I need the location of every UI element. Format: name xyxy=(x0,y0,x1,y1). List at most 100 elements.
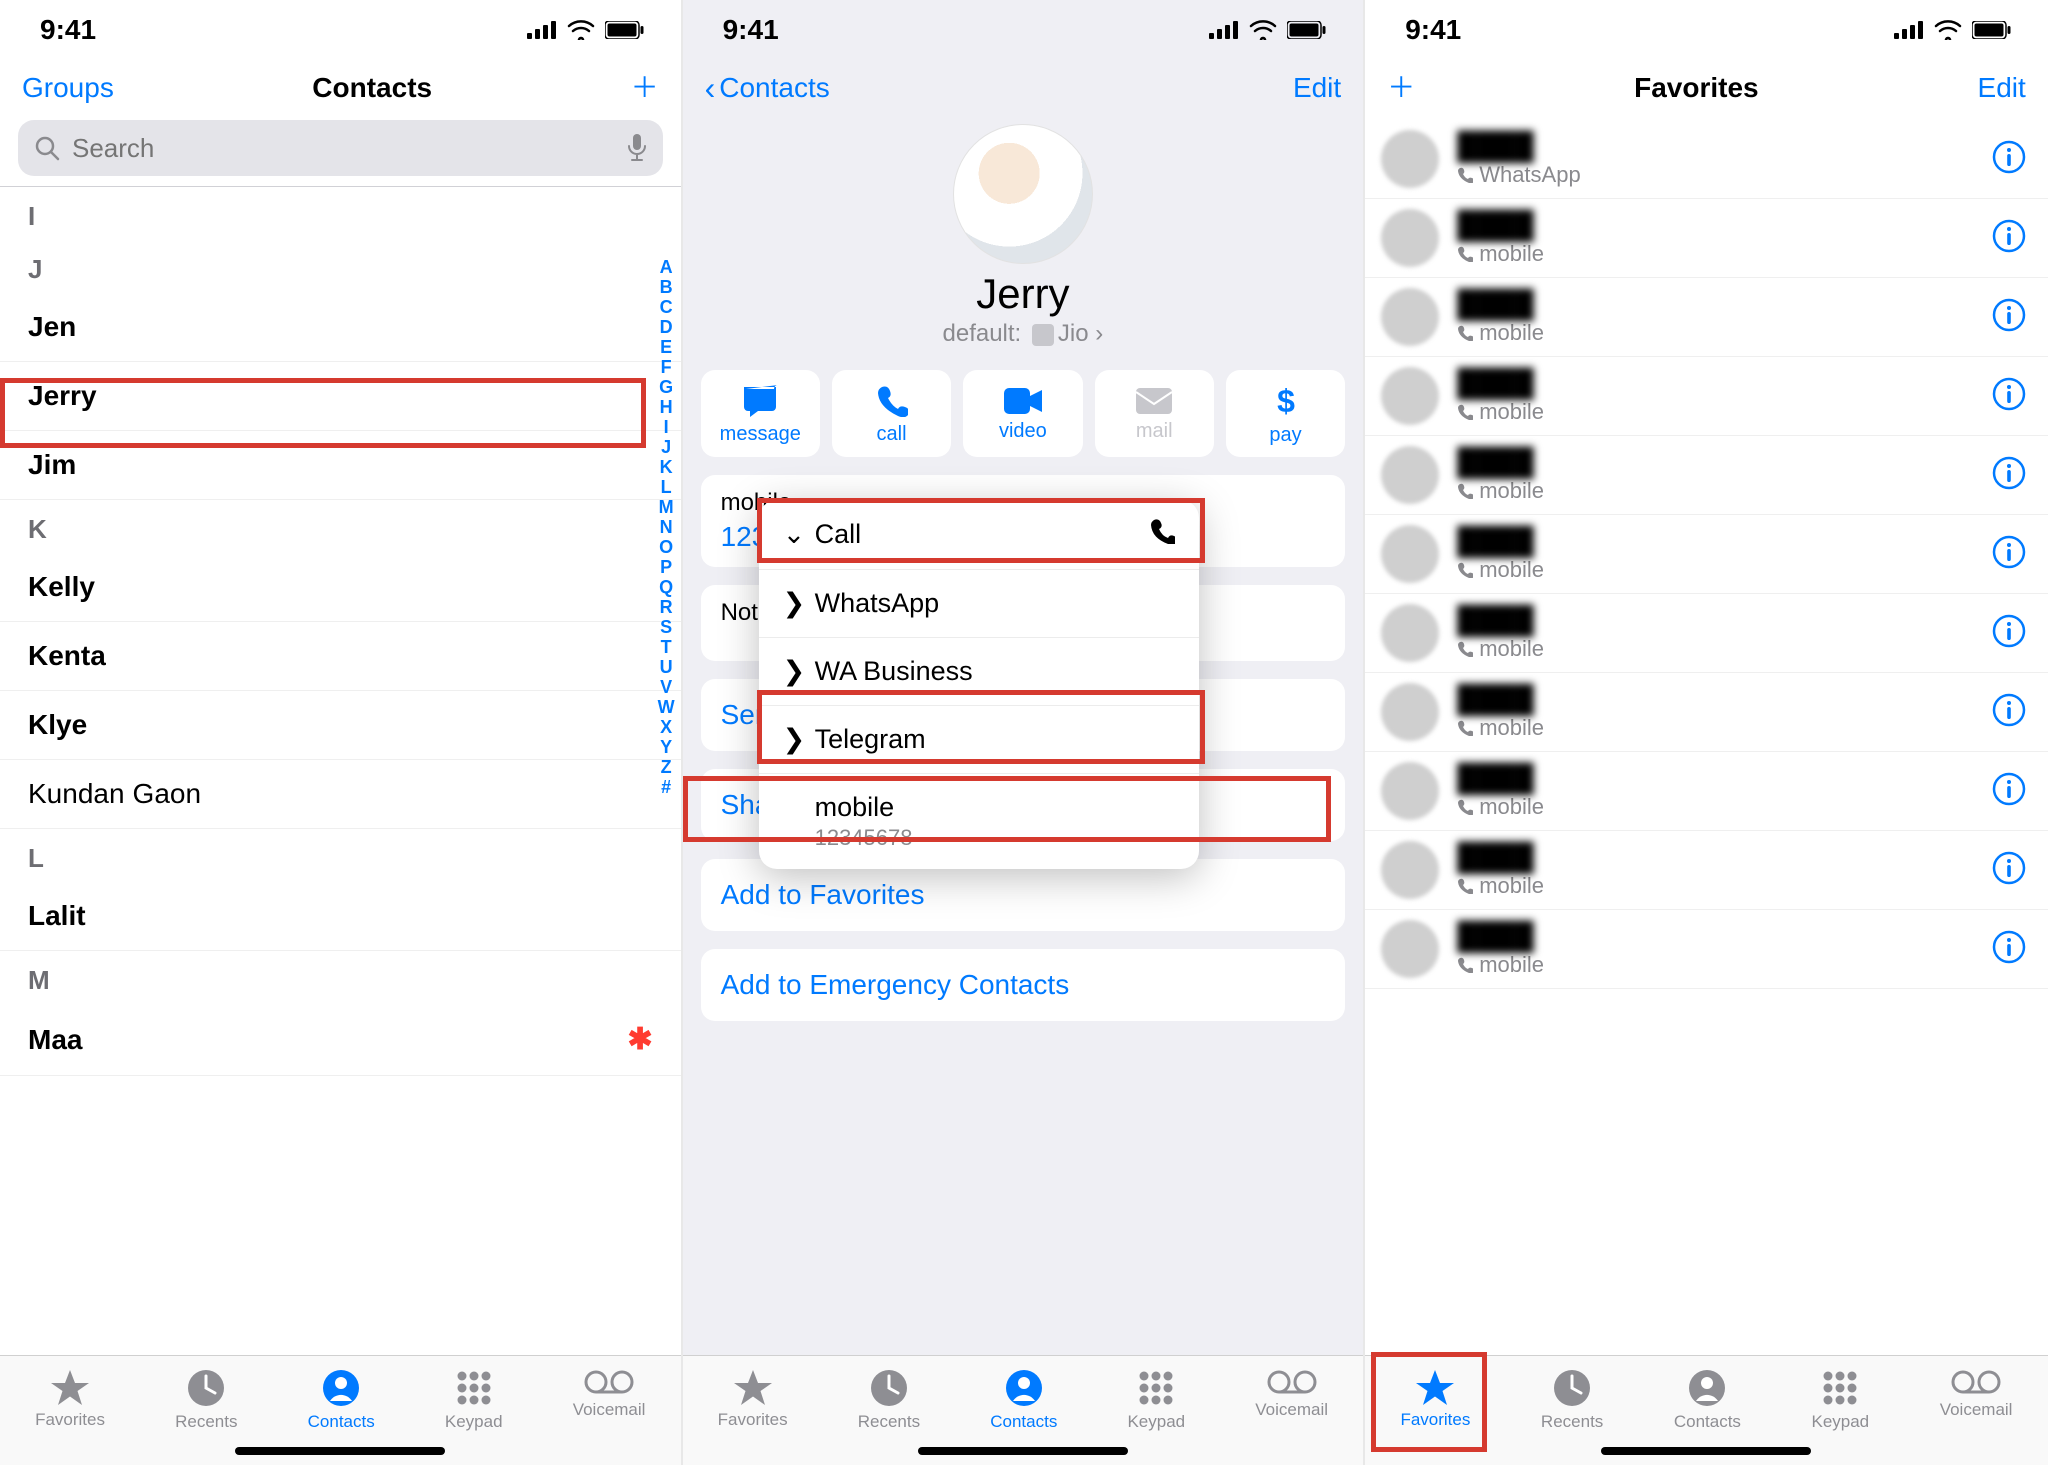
add-to-emergency-link[interactable]: Add to Emergency Contacts xyxy=(701,949,1346,1021)
popup-call-header[interactable]: ⌄ Call xyxy=(759,500,1199,570)
index-letter[interactable]: Q xyxy=(659,577,673,597)
home-indicator[interactable] xyxy=(918,1447,1128,1455)
info-button[interactable] xyxy=(1992,377,2026,416)
index-letter[interactable]: P xyxy=(660,557,672,577)
index-letter[interactable]: E xyxy=(660,337,672,357)
info-button[interactable] xyxy=(1992,614,2026,653)
index-letter[interactable]: G xyxy=(659,377,673,397)
popup-mobile-row[interactable]: mobile 12345678 xyxy=(759,774,1199,869)
info-button[interactable] xyxy=(1992,140,2026,179)
tab-recents[interactable]: Recents xyxy=(175,1368,237,1432)
info-button[interactable] xyxy=(1992,298,2026,337)
contact-row[interactable]: Kenta xyxy=(0,622,681,691)
index-letter[interactable]: B xyxy=(660,277,673,297)
action-call[interactable]: call xyxy=(832,370,951,457)
favorite-row[interactable]: ████ mobile xyxy=(1365,594,2048,673)
tab-contacts[interactable]: Contacts xyxy=(990,1368,1057,1432)
tab-voicemail[interactable]: Voicemail xyxy=(573,1368,646,1420)
tab-favorites[interactable]: Favorites xyxy=(35,1368,105,1430)
index-letter[interactable]: # xyxy=(661,777,671,797)
action-message[interactable]: message xyxy=(701,370,820,457)
tab-voicemail[interactable]: Voicemail xyxy=(1255,1368,1328,1420)
tab-favorites[interactable]: Favorites xyxy=(1400,1368,1470,1430)
favorite-row[interactable]: ████ mobile xyxy=(1365,357,2048,436)
tab-recents[interactable]: Recents xyxy=(1541,1368,1603,1432)
dictation-icon[interactable] xyxy=(627,134,647,162)
index-letter[interactable]: W xyxy=(658,697,675,717)
index-letter[interactable]: O xyxy=(659,537,673,557)
tab-keypad[interactable]: Keypad xyxy=(1811,1368,1869,1432)
add-favorite-button[interactable]: ＋ xyxy=(1387,78,1415,98)
tab-favorites[interactable]: Favorites xyxy=(718,1368,788,1430)
contact-row[interactable]: Kelly xyxy=(0,553,681,622)
action-video[interactable]: video xyxy=(963,370,1082,457)
contact-avatar[interactable] xyxy=(953,124,1093,264)
contact-row[interactable]: Maa ✱ xyxy=(0,1004,681,1076)
index-letter[interactable]: R xyxy=(660,597,673,617)
favorite-row[interactable]: ████ mobile xyxy=(1365,831,2048,910)
favorite-row[interactable]: ████ mobile xyxy=(1365,199,2048,278)
contact-row[interactable]: Kundan Gaon xyxy=(0,760,681,829)
info-button[interactable] xyxy=(1992,693,2026,732)
edit-button[interactable]: Edit xyxy=(1978,72,2026,104)
info-button[interactable] xyxy=(1992,930,2026,969)
index-letter[interactable]: N xyxy=(660,517,673,537)
contact-row[interactable]: Klye xyxy=(0,691,681,760)
favorite-row[interactable]: ████ mobile xyxy=(1365,278,2048,357)
tab-contacts[interactable]: Contacts xyxy=(308,1368,375,1432)
tab-keypad[interactable]: Keypad xyxy=(1127,1368,1185,1432)
contact-row[interactable]: Lalit xyxy=(0,882,681,951)
favorite-row[interactable]: ████ mobile xyxy=(1365,515,2048,594)
index-letter[interactable]: A xyxy=(660,257,673,277)
home-indicator[interactable] xyxy=(1601,1447,1811,1455)
index-letter[interactable]: U xyxy=(660,657,673,677)
favorites-list[interactable]: ████ WhatsApp ████ mobile ████ m xyxy=(1365,120,2048,1355)
tab-contacts[interactable]: Contacts xyxy=(1674,1368,1741,1432)
popup-app-row[interactable]: ❯Telegram xyxy=(759,706,1199,774)
add-to-favorites-link[interactable]: Add to Favorites xyxy=(701,859,1346,931)
popup-app-row[interactable]: ❯WA Business xyxy=(759,638,1199,706)
index-letter[interactable]: H xyxy=(660,397,673,417)
index-letter[interactable]: I xyxy=(664,417,669,437)
edit-button[interactable]: Edit xyxy=(1293,72,1341,104)
contact-row[interactable]: Jim xyxy=(0,431,681,500)
info-button[interactable] xyxy=(1992,535,2026,574)
favorite-row[interactable]: ████ mobile xyxy=(1365,910,2048,989)
contact-row[interactable]: Jen xyxy=(0,293,681,362)
index-letter[interactable]: C xyxy=(660,297,673,317)
contacts-list[interactable]: IJ Jen Jerry Jim K Kelly Kenta xyxy=(0,186,681,1355)
popup-app-row[interactable]: ❯WhatsApp xyxy=(759,570,1199,638)
search-field[interactable] xyxy=(18,120,663,176)
index-letter[interactable]: J xyxy=(661,437,671,457)
favorite-row[interactable]: ████ mobile xyxy=(1365,436,2048,515)
info-button[interactable] xyxy=(1992,772,2026,811)
contact-default-sim[interactable]: default: Jio › xyxy=(701,320,1346,348)
info-button[interactable] xyxy=(1992,219,2026,258)
index-letter[interactable]: Z xyxy=(661,757,672,777)
index-letter[interactable]: T xyxy=(661,637,672,657)
tab-keypad[interactable]: Keypad xyxy=(445,1368,503,1432)
add-contact-button[interactable]: ＋ xyxy=(631,78,659,98)
search-input[interactable] xyxy=(70,132,617,165)
favorite-row[interactable]: ████ WhatsApp xyxy=(1365,120,2048,199)
alpha-index[interactable]: ABCDEFGHIJKLMNOPQRSTUVWXYZ# xyxy=(658,257,675,797)
index-letter[interactable]: M xyxy=(659,497,674,517)
info-button[interactable] xyxy=(1992,851,2026,890)
index-letter[interactable]: Y xyxy=(660,737,672,757)
index-letter[interactable]: F xyxy=(661,357,672,377)
index-letter[interactable]: D xyxy=(660,317,673,337)
back-button[interactable]: ‹ Contacts xyxy=(705,70,830,107)
contact-row[interactable]: Jerry xyxy=(0,362,681,431)
home-indicator[interactable] xyxy=(235,1447,445,1455)
favorite-row[interactable]: ████ mobile xyxy=(1365,752,2048,831)
index-letter[interactable]: S xyxy=(660,617,672,637)
index-letter[interactable]: X xyxy=(660,717,672,737)
index-letter[interactable]: L xyxy=(661,477,672,497)
index-letter[interactable]: K xyxy=(660,457,673,477)
index-letter[interactable]: V xyxy=(660,677,672,697)
favorite-row[interactable]: ████ mobile xyxy=(1365,673,2048,752)
groups-button[interactable]: Groups xyxy=(22,72,114,104)
action-pay[interactable]: $ pay xyxy=(1226,370,1345,457)
tab-voicemail[interactable]: Voicemail xyxy=(1940,1368,2013,1420)
info-button[interactable] xyxy=(1992,456,2026,495)
